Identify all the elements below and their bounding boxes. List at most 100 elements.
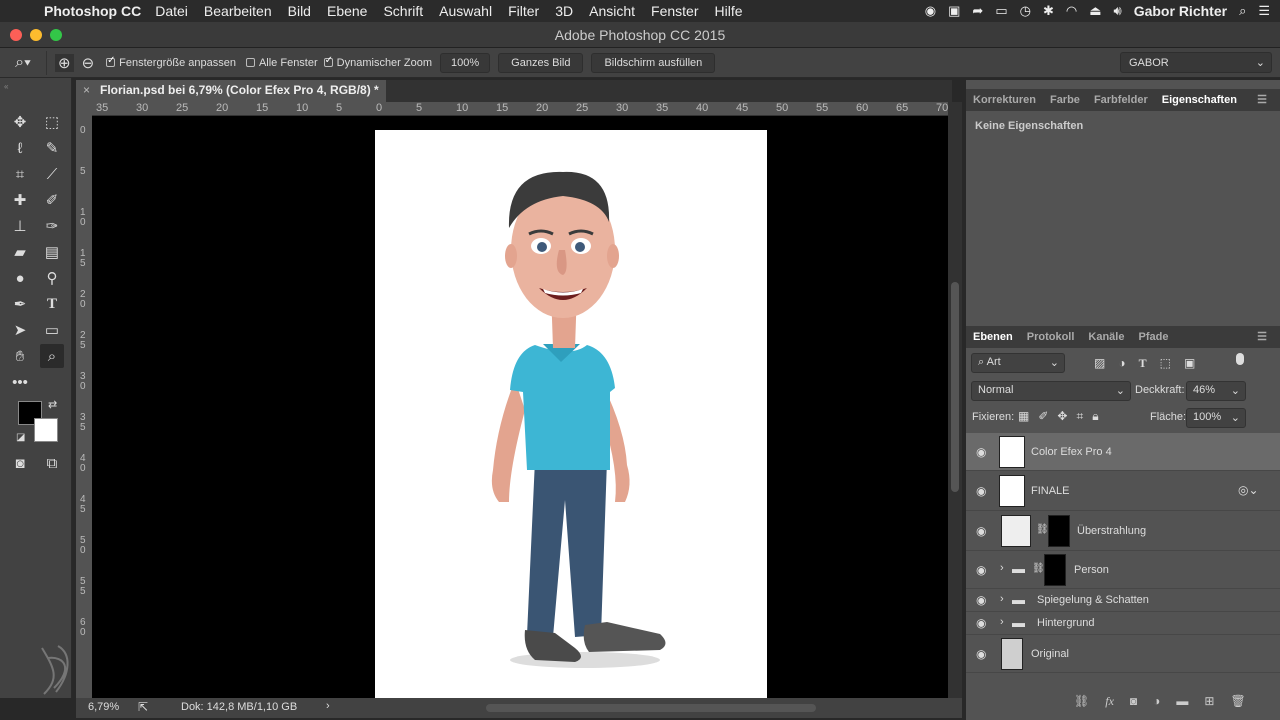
visibility-eye-icon[interactable]: ◉ <box>976 484 986 498</box>
user-name[interactable]: Gabor Richter <box>1134 3 1227 19</box>
blur-tool-icon[interactable]: ● <box>8 266 32 290</box>
link-icon[interactable]: ⛓︎ <box>1032 563 1045 574</box>
layer-row-color-efex[interactable]: ◉ Color Efex Pro 4 <box>966 433 1280 471</box>
app-menu[interactable]: Photoshop CC <box>44 3 141 19</box>
bluetooth-icon[interactable]: ✱ <box>1043 3 1054 19</box>
document-tab[interactable]: × Florian.psd bei 6,79% (Color Efex Pro … <box>76 80 386 102</box>
workspace-select[interactable]: GABOR ⌄ <box>1120 52 1272 73</box>
history-brush-tool-icon[interactable]: ✑ <box>40 214 64 238</box>
layer-row-finale[interactable]: ◉ FINALE ◎⌄ <box>966 471 1280 511</box>
menu-hilfe[interactable]: Hilfe <box>715 3 743 19</box>
layer-name[interactable]: Überstrahlung <box>1077 525 1146 537</box>
zoom-tool-preset-icon[interactable]: ⌕▾ <box>0 54 46 72</box>
visibility-eye-icon[interactable]: ◉ <box>976 524 986 538</box>
notification-center-icon[interactable]: ☰ <box>1258 3 1270 19</box>
add-mask-icon[interactable]: ◙ <box>1130 694 1137 709</box>
tab-pfade[interactable]: Pfade <box>1131 331 1175 343</box>
visibility-eye-icon[interactable]: ◉ <box>976 616 986 630</box>
expand-chevron-icon[interactable]: › <box>1000 616 1004 628</box>
ruler-origin[interactable] <box>76 102 92 116</box>
new-group-icon[interactable]: ▬ <box>1176 694 1188 709</box>
layer-filter-select[interactable]: ⌕ Art ⌄ <box>971 353 1065 373</box>
layers-menu-icon[interactable]: ☰ <box>1250 330 1274 343</box>
lock-position-icon[interactable]: ✥ <box>1057 409 1067 424</box>
menu-bearbeiten[interactable]: Bearbeiten <box>204 3 272 19</box>
more-tools-icon[interactable]: ••• <box>8 370 32 394</box>
panel-menu-icon[interactable]: ☰ <box>1250 93 1274 106</box>
visibility-eye-icon[interactable]: ◉ <box>976 647 986 661</box>
layer-name[interactable]: Original <box>1031 648 1069 660</box>
zoom-out-icon[interactable]: ⊖ <box>82 54 95 72</box>
tab-kanaele[interactable]: Kanäle <box>1081 331 1131 343</box>
smart-filter-icon[interactable]: ◎⌄ <box>1238 483 1259 497</box>
visibility-eye-icon[interactable]: ◉ <box>976 445 986 459</box>
battery-icon[interactable]: ▭ <box>995 3 1007 19</box>
marquee-tool-icon[interactable]: ⬚ <box>40 110 64 134</box>
layer-name[interactable]: Hintergrund <box>1037 617 1094 629</box>
expand-chevron-icon[interactable]: › <box>1000 593 1004 605</box>
pen-tool-icon[interactable]: ✒ <box>8 292 32 316</box>
horizontal-scroll-thumb[interactable] <box>486 704 816 712</box>
tab-eigenschaften[interactable]: Eigenschaften <box>1155 94 1244 106</box>
tab-protokoll[interactable]: Protokoll <box>1020 331 1082 343</box>
lasso-tool-icon[interactable]: ℓ <box>8 136 32 160</box>
eyedropper-tool-icon[interactable]: ⟋ <box>40 162 64 186</box>
mask-thumbnail[interactable] <box>1048 515 1070 547</box>
menu-schrift[interactable]: Schrift <box>383 3 423 19</box>
layer-name[interactable]: Person <box>1074 564 1109 576</box>
lock-transparent-icon[interactable]: ▦ <box>1018 409 1029 424</box>
vertical-scrollbar[interactable] <box>948 102 962 698</box>
path-selection-tool-icon[interactable]: ➤ <box>8 318 32 342</box>
eject-icon[interactable]: ⏏ <box>1089 3 1101 19</box>
zoom-100-button[interactable]: 100% <box>440 52 491 73</box>
eraser-tool-icon[interactable]: ▰ <box>8 240 32 264</box>
move-tool-icon[interactable]: ✥ <box>8 110 32 134</box>
fit-window-checkbox[interactable] <box>106 55 116 67</box>
close-window-button[interactable] <box>10 29 22 41</box>
zoom-level[interactable]: 6,79% <box>88 701 119 713</box>
layer-style-icon[interactable]: fx <box>1105 694 1114 709</box>
fill-input[interactable]: 100% ⌄ <box>1186 408 1246 428</box>
quick-selection-tool-icon[interactable]: ✎ <box>40 136 64 160</box>
menu-3d[interactable]: 3D <box>555 3 573 19</box>
menu-fenster[interactable]: Fenster <box>651 3 698 19</box>
lock-artboard-icon[interactable]: ⌗ <box>1076 409 1083 424</box>
lock-all-icon[interactable]: 🔒︎ <box>1092 409 1098 424</box>
tab-farbfelder[interactable]: Farbfelder <box>1087 94 1155 106</box>
gradient-tool-icon[interactable]: ▤ <box>40 240 64 264</box>
layer-row-original[interactable]: ◉ Original <box>966 635 1280 673</box>
link-icon[interactable]: ⛓︎ <box>1036 524 1049 535</box>
share-icon[interactable]: ➦ <box>972 3 983 19</box>
type-tool-icon[interactable]: T <box>40 292 64 316</box>
ruler-horizontal[interactable]: 35 30 25 20 15 10 5 0 5 10 15 20 25 30 35 40 45 50 55 60 65 7… <box>92 102 948 116</box>
quick-mask-icon[interactable]: ◙ <box>8 451 32 475</box>
dodge-tool-icon[interactable]: ⚲ <box>40 266 64 290</box>
document-canvas[interactable] <box>375 130 767 698</box>
layer-row-spiegelung[interactable]: ◉ › ▬ Spiegelung & Schatten <box>966 589 1280 612</box>
menu-auswahl[interactable]: Auswahl <box>439 3 492 19</box>
pixel-filter-icon[interactable]: ▨ <box>1094 356 1105 371</box>
layer-name[interactable]: FINALE <box>1031 485 1070 497</box>
export-icon[interactable]: ⇱ <box>138 700 148 714</box>
new-layer-icon[interactable]: ⊞ <box>1204 694 1214 709</box>
zoom-window-button[interactable] <box>50 29 62 41</box>
menu-ansicht[interactable]: Ansicht <box>589 3 635 19</box>
volume-icon[interactable]: 🔊︎ <box>1114 3 1122 19</box>
delete-layer-icon[interactable]: 🗑︎ <box>1230 694 1245 709</box>
menu-datei[interactable]: Datei <box>155 3 188 19</box>
zoom-in-icon[interactable]: ⊕ <box>55 53 74 72</box>
record-icon[interactable]: ◉ <box>925 3 936 19</box>
scroll-thumb[interactable] <box>951 282 959 492</box>
visibility-eye-icon[interactable]: ◉ <box>976 563 986 577</box>
ruler-vertical[interactable]: 0 5 10 15 20 25 30 35 40 45 50 55 60 <box>76 116 92 698</box>
mask-thumbnail[interactable] <box>1044 554 1066 586</box>
all-windows-checkbox[interactable] <box>245 58 255 67</box>
adjustment-filter-icon[interactable]: ◑ <box>1118 356 1125 371</box>
whole-image-button[interactable]: Ganzes Bild <box>498 52 584 73</box>
dynamic-zoom-checkbox[interactable] <box>323 55 333 67</box>
spotlight-search-icon[interactable]: ⌕ <box>1239 3 1246 19</box>
layer-row-ueberstrahlung[interactable]: ◉ ⛓︎ Überstrahlung <box>966 511 1280 551</box>
shape-filter-icon[interactable]: ⬚ <box>1160 356 1171 371</box>
layer-row-hintergrund[interactable]: ◉ › ▬ Hintergrund <box>966 612 1280 635</box>
chevron-right-icon[interactable]: › <box>326 700 330 712</box>
